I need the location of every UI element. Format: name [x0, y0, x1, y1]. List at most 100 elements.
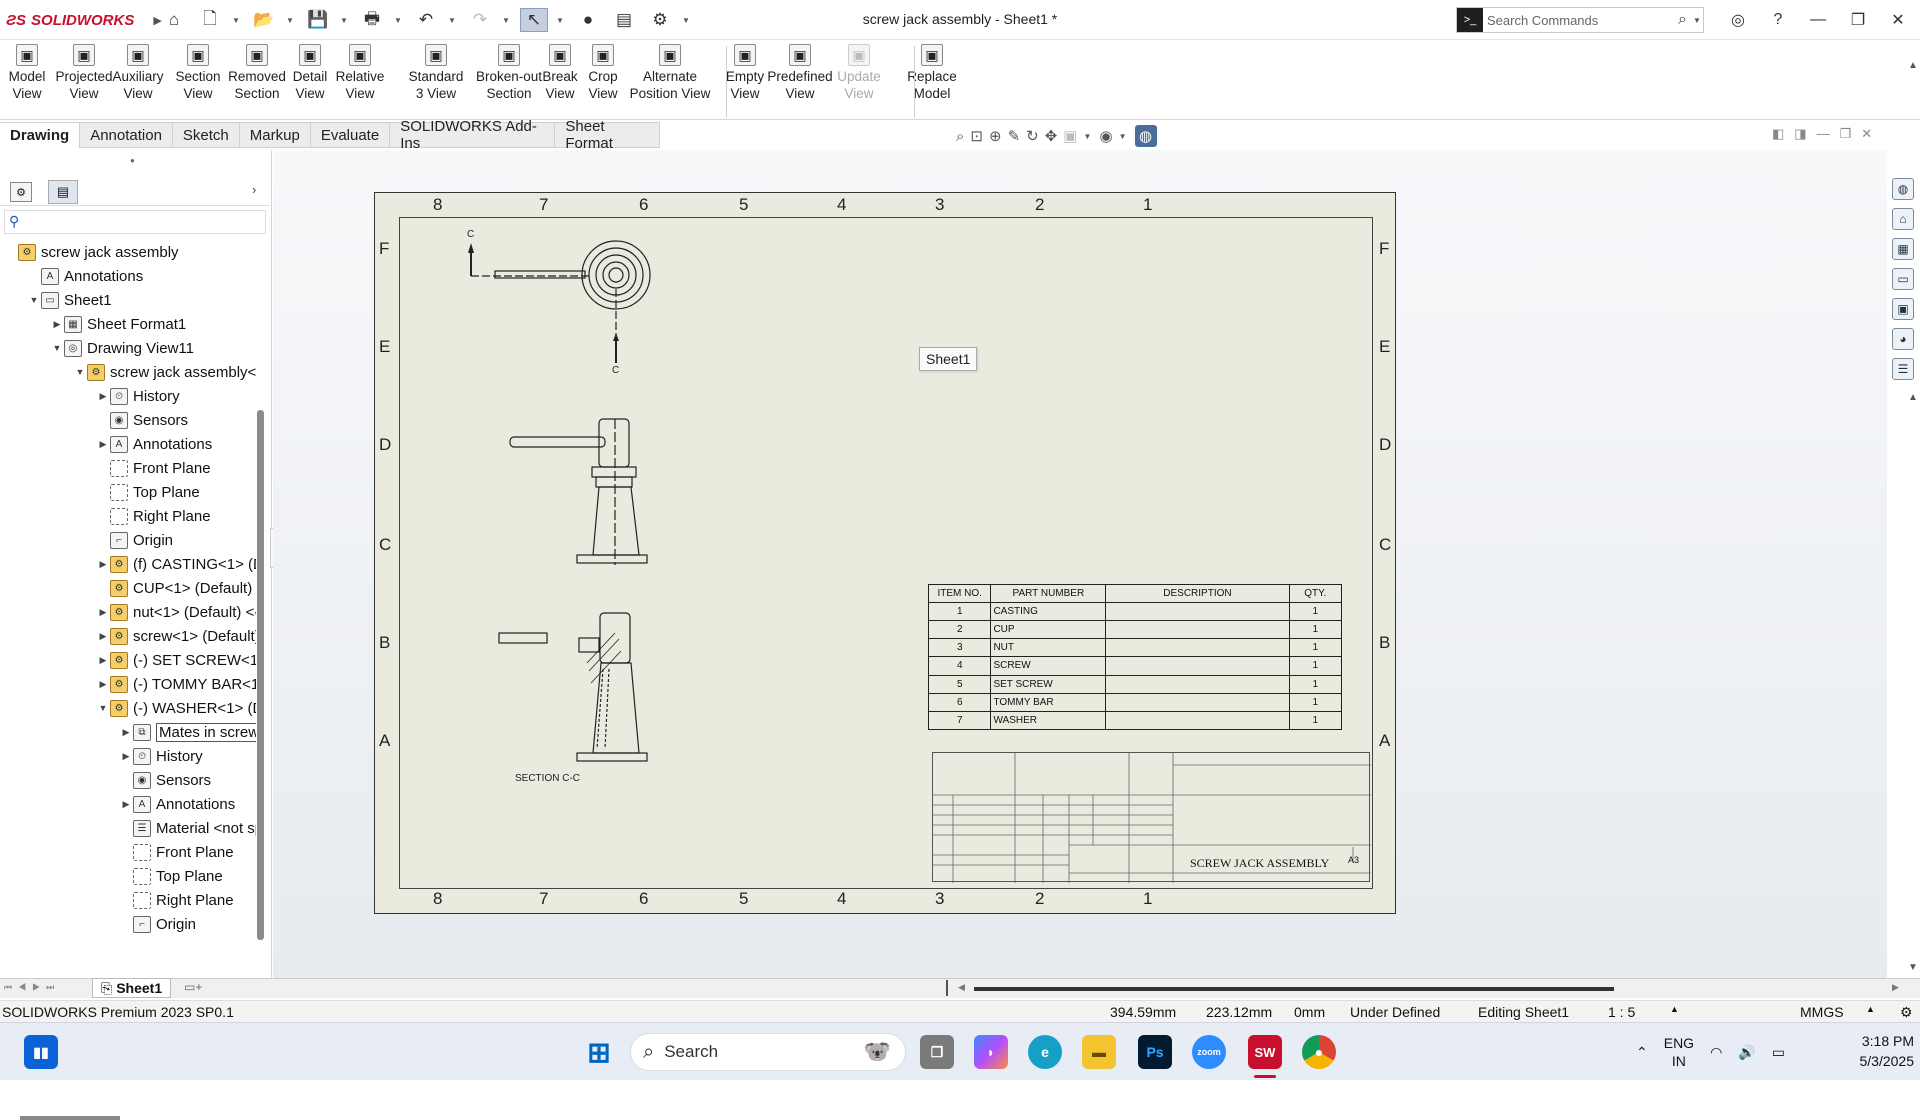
select-pointer-icon[interactable]: ↖: [520, 8, 548, 32]
volume-icon[interactable]: 🔊: [1738, 1044, 1755, 1061]
ribbon-model-view-button[interactable]: ▣ Model View: [2, 44, 52, 116]
collapse-icon[interactable]: ▼: [73, 367, 87, 377]
tree-item[interactable]: ☰ Material <not sp: [119, 816, 256, 840]
feature-tree-tab-icon[interactable]: ⚙: [10, 182, 32, 202]
tile-right-icon[interactable]: ◨: [1794, 126, 1806, 142]
tree-item[interactable]: Top Plane: [119, 864, 223, 888]
tab-solidworks-add-ins[interactable]: SOLIDWORKS Add-Ins: [390, 118, 556, 152]
scale-menu-icon[interactable]: ▲: [1670, 1004, 1679, 1014]
collapse-icon[interactable]: ▼: [27, 295, 41, 305]
tree-item[interactable]: ⚙ screw jack assembly: [4, 240, 179, 264]
table-row[interactable]: 6 TOMMY BAR 1: [927, 692, 1343, 712]
unit-system[interactable]: MMGS: [1800, 1004, 1844, 1020]
zoom-to-area-icon[interactable]: ⊡: [970, 127, 983, 145]
customize-status-icon[interactable]: ⚙: [1900, 1004, 1913, 1021]
ribbon-scroll-up-icon[interactable]: ▲: [1908, 60, 1918, 71]
chevron-down-icon[interactable]: ▼: [556, 16, 566, 25]
ribbon-removed-section-button[interactable]: ▣ Removed Section: [226, 44, 288, 116]
scroll-up-icon[interactable]: ▲: [1908, 392, 1918, 403]
appearances-icon[interactable]: ◕: [1892, 328, 1914, 350]
tree-item[interactable]: ◉ Sensors: [119, 768, 211, 792]
start-windows-icon[interactable]: ⊞: [582, 1035, 616, 1069]
expand-icon[interactable]: ▶: [119, 727, 133, 738]
ribbon-break-view-button[interactable]: ▣ Break View: [540, 44, 580, 116]
clock[interactable]: 3:18 PM 5/3/2025: [1818, 1031, 1915, 1071]
sheet-scale[interactable]: 1 : 5: [1608, 1004, 1635, 1020]
table-row[interactable]: 3 NUT 1: [927, 638, 1343, 658]
ribbon-crop-view-button[interactable]: ▣ Crop View: [582, 44, 624, 116]
tree-item[interactable]: Front Plane: [96, 456, 211, 480]
tree-item[interactable]: ▶⚙ (-) SET SCREW<1> (: [96, 648, 256, 672]
chevron-down-icon[interactable]: ▼: [340, 16, 350, 25]
bill-of-materials-table[interactable]: ITEM NO. PART NUMBER DESCRIPTION QTY. 1 CAST…: [927, 584, 1343, 731]
hide-show-icon[interactable]: ◉: [1099, 127, 1112, 145]
copilot-icon[interactable]: ◗: [974, 1035, 1008, 1069]
chevron-down-icon[interactable]: ▼: [1119, 132, 1129, 141]
tree-item[interactable]: ▼⚙ (-) WASHER<1> (De: [96, 696, 256, 720]
chevron-right-icon[interactable]: ›: [252, 182, 256, 197]
print-icon[interactable]: 🖶: [358, 8, 386, 32]
minimize-icon[interactable]: —: [1798, 6, 1838, 34]
home-icon[interactable]: ⌂: [1892, 208, 1914, 230]
expand-icon[interactable]: ▶: [96, 559, 110, 570]
battery-icon[interactable]: ▭: [1772, 1044, 1785, 1061]
scroll-right-icon[interactable]: ▶: [1892, 982, 1899, 993]
ribbon-auxiliary-view-button[interactable]: ▣ Auxiliary View: [108, 44, 168, 116]
view-palette-icon[interactable]: ▣: [1892, 298, 1914, 320]
ribbon-section-view-button[interactable]: ▣ Section View: [172, 44, 224, 116]
tree-item[interactable]: Right Plane: [96, 504, 211, 528]
tree-item[interactable]: ▶↻Revolve1: [119, 936, 219, 940]
tab-drawing[interactable]: Drawing: [0, 122, 81, 148]
ribbon-projected-view-button[interactable]: ▣ Projected View: [54, 44, 114, 116]
expand-icon[interactable]: ▶: [96, 391, 110, 402]
photoshop-icon[interactable]: Ps: [1138, 1035, 1172, 1069]
edge-icon[interactable]: e: [1028, 1035, 1062, 1069]
tree-vertical-scrollbar[interactable]: [257, 410, 264, 940]
ribbon-standard-3-view-button[interactable]: ▣ Standard 3 View: [408, 44, 464, 116]
tree-item[interactable]: ▶ ▦ Sheet Format1: [50, 312, 186, 336]
expand-icon[interactable]: ▶: [96, 439, 110, 450]
ribbon-broken-out-section-button[interactable]: ▣ Broken-out Section: [474, 44, 544, 116]
tree-item[interactable]: ⚙ CUP<1> (Default) <: [96, 576, 256, 600]
file-properties-icon[interactable]: ▤: [610, 8, 638, 32]
tree-item[interactable]: Front Plane: [119, 840, 234, 864]
redraw-icon[interactable]: ↻: [1026, 127, 1039, 145]
sheet-nav-arrows-icon[interactable]: ⏮◀▶⏭: [4, 982, 60, 993]
tree-item[interactable]: ▶ A Annotations: [119, 792, 235, 816]
chevron-down-icon[interactable]: ▼: [394, 16, 404, 25]
zoom-icon[interactable]: zoom: [1192, 1035, 1226, 1069]
tree-horizontal-scrollbar[interactable]: [20, 1116, 120, 1120]
tile-left-icon[interactable]: ◧: [1772, 126, 1784, 142]
expand-icon[interactable]: ▶: [119, 751, 133, 762]
widgets-icon[interactable]: ▮▮: [24, 1035, 58, 1069]
table-row[interactable]: 4 SCREW 1: [927, 656, 1343, 676]
zoom-to-fit-icon[interactable]: ⌕: [956, 128, 964, 145]
doc-restore-icon[interactable]: ❐: [1840, 126, 1852, 142]
tab-sketch[interactable]: Sketch: [172, 122, 240, 148]
sketch-icon[interactable]: ✎: [1008, 127, 1021, 145]
ribbon-alternate-position-view-button[interactable]: ▣ Alternate Position View: [624, 44, 716, 116]
task-view-icon[interactable]: ❐: [920, 1035, 954, 1069]
taskbar-search[interactable]: ⌕ Search 🐨: [630, 1033, 906, 1071]
chevron-down-icon[interactable]: ▼: [1693, 16, 1703, 25]
file-explorer-icon[interactable]: ▬: [1082, 1035, 1116, 1069]
chrome-icon[interactable]: ●: [1302, 1035, 1336, 1069]
tree-item[interactable]: ▶⧉ Mates in screw ja: [119, 720, 256, 744]
language-indicator[interactable]: ENG IN: [1664, 1034, 1694, 1070]
traffic-light-icon[interactable]: ●: [574, 8, 602, 32]
tree-item[interactable]: Top Plane: [96, 480, 200, 504]
ribbon-relative-view-button[interactable]: ▣ Relative View: [332, 44, 388, 116]
collapse-icon[interactable]: ▼: [96, 703, 110, 713]
add-sheet-icon[interactable]: ▭+: [184, 980, 202, 994]
tree-item[interactable]: ▶ ⚙ nut<1> (Default) <-: [96, 600, 256, 624]
ribbon-empty-view-button[interactable]: ▣ Empty View: [720, 44, 770, 116]
tab-markup[interactable]: Markup: [239, 122, 311, 148]
help-icon[interactable]: ?: [1758, 6, 1798, 34]
collapse-icon[interactable]: ▼: [50, 343, 64, 353]
save-icon[interactable]: 💾: [304, 8, 332, 32]
tab-sheet-format[interactable]: Sheet Format: [555, 118, 660, 152]
close-icon[interactable]: ✕: [1878, 6, 1918, 34]
doc-minimize-icon[interactable]: —: [1817, 126, 1830, 142]
options-gear-icon[interactable]: ⚙: [646, 8, 674, 32]
ribbon-predefined-view-button[interactable]: ▣ Predefined View: [764, 44, 836, 116]
